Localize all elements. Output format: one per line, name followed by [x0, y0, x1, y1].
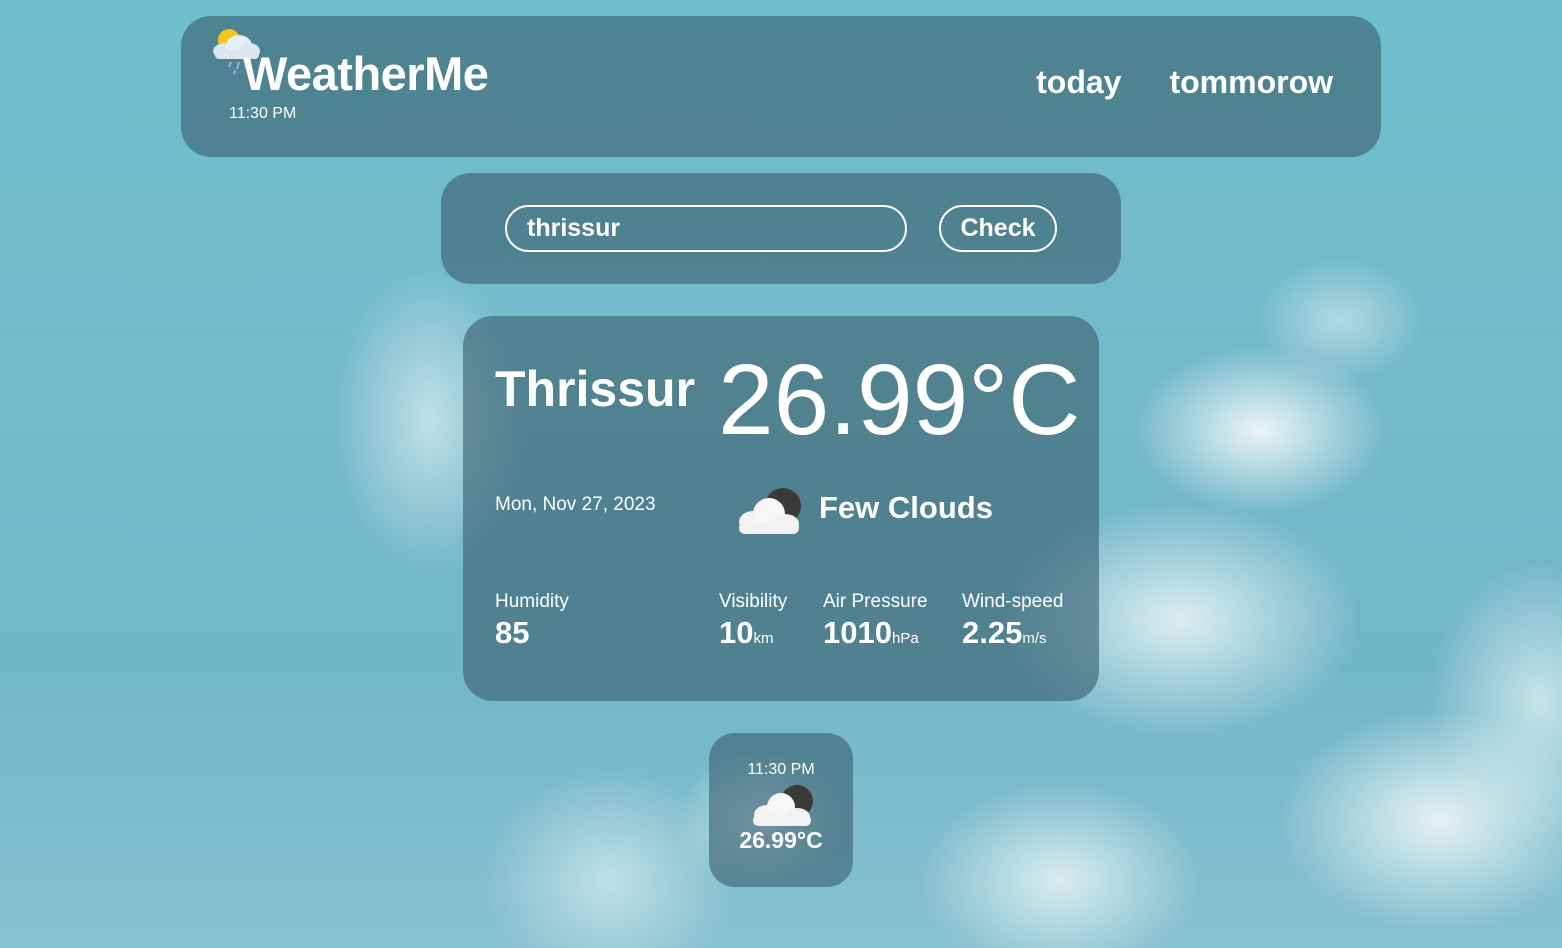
nav-bar: today tommorow: [1036, 64, 1333, 101]
humidity-value: 85: [495, 615, 569, 651]
city-name: Thrissur: [495, 361, 696, 417]
wind-label: Wind-speed: [962, 591, 1064, 612]
wind-number: 2.25: [962, 615, 1023, 650]
app-header: WeatherMe 11:30 PM today tommorow: [181, 16, 1381, 157]
humidity-stat: Humidity 85: [495, 591, 569, 651]
pressure-value: 1010hPa: [823, 615, 928, 651]
humidity-number: 85: [495, 615, 530, 650]
pressure-unit: hPa: [891, 630, 919, 647]
wind-stat: Wind-speed 2.25m/s: [962, 591, 1063, 651]
pressure-label: Air Pressure: [823, 591, 928, 612]
current-temperature: 26.99°C: [718, 344, 1081, 456]
current-weather-card: Thrissur 26.99°C Mon, Nov 27, 2023 Few C…: [463, 316, 1099, 701]
humidity-label: Humidity: [495, 591, 569, 612]
search-panel: Check: [441, 173, 1121, 284]
visibility-value: 10km: [719, 615, 787, 651]
condition-text: Few Clouds: [819, 490, 993, 525]
few-clouds-night-icon: [753, 785, 813, 826]
visibility-number: 10: [719, 615, 754, 650]
hourly-time: 11:30 PM: [747, 761, 815, 778]
nav-tomorrow-link[interactable]: tommorow: [1169, 64, 1333, 101]
current-date: Mon, Nov 27, 2023: [495, 494, 656, 515]
nav-today-link[interactable]: today: [1036, 64, 1121, 101]
check-button[interactable]: Check: [939, 205, 1057, 252]
visibility-unit: km: [753, 630, 774, 647]
city-search-input[interactable]: [505, 205, 907, 252]
hourly-forecast-card[interactable]: 11:30 PM 26.99°C: [709, 733, 853, 887]
wind-unit: m/s: [1022, 630, 1047, 647]
wind-value: 2.25m/s: [962, 615, 1063, 651]
few-clouds-night-icon: [739, 488, 801, 534]
header-time: 11:30 PM: [229, 105, 297, 122]
hourly-temperature: 26.99°C: [739, 827, 823, 853]
pressure-number: 1010: [823, 615, 892, 650]
brand-title: WeatherMe: [243, 47, 489, 100]
visibility-stat: Visibility 10km: [719, 591, 787, 651]
pressure-stat: Air Pressure 1010hPa: [823, 591, 928, 651]
visibility-label: Visibility: [719, 591, 788, 612]
